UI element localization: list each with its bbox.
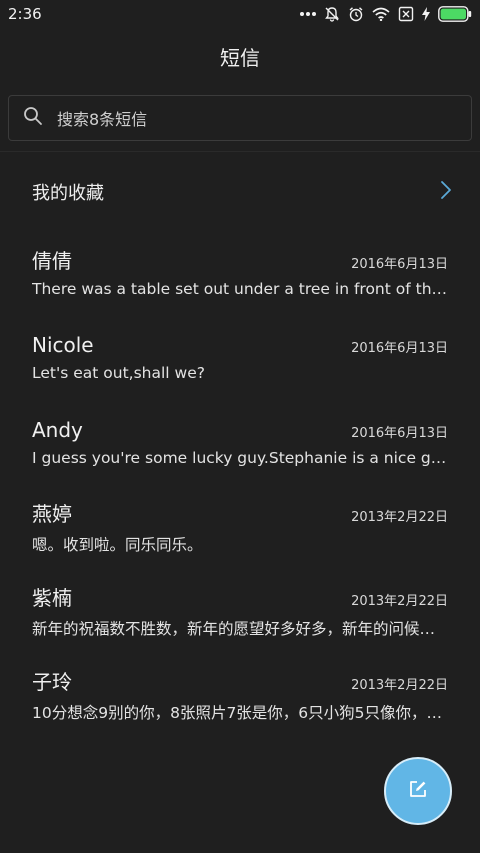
contact-name: 子玲 xyxy=(32,670,72,695)
message-snippet: Let's eat out,shall we? xyxy=(32,364,205,383)
search-input[interactable]: 搜索8条短信 xyxy=(8,95,472,141)
list-item[interactable]: 紫楠 2013年2月22日 新年的祝福数不胜数，新年的愿望好多好多，新年的问候… xyxy=(0,581,480,665)
page-title: 短信 xyxy=(220,46,260,70)
status-icons xyxy=(300,6,472,22)
list-item[interactable]: 子玲 2013年2月22日 10分想念9别的你，8张照片7张是你，6只小狗5只像… xyxy=(0,665,480,749)
search-placeholder: 搜索8条短信 xyxy=(57,110,148,129)
message-list: 倩倩 2016年6月13日 There was a table set out … xyxy=(0,244,480,750)
message-date: 2016年6月13日 xyxy=(351,425,448,441)
contact-name: Nicole xyxy=(32,333,94,358)
compose-button[interactable] xyxy=(384,757,452,825)
message-date: 2016年6月13日 xyxy=(351,257,448,272)
list-item[interactable]: Andy 2016年6月13日 I guess you're some luck… xyxy=(0,413,480,497)
message-snippet: 10分想念9别的你，8张照片7张是你，6只小狗5只像你，4… xyxy=(32,704,448,723)
contact-name: Andy xyxy=(32,417,83,442)
divider xyxy=(0,151,480,152)
charging-bolt-icon xyxy=(422,7,430,21)
wifi-icon xyxy=(372,7,390,21)
message-date: 2013年2月22日 xyxy=(351,509,448,525)
message-snippet: There was a table set out under a tree i… xyxy=(32,280,448,298)
status-time: 2:36 xyxy=(8,5,42,23)
sim-x-icon xyxy=(398,6,414,22)
message-date: 2016年6月13日 xyxy=(351,341,448,357)
list-item[interactable]: 倩倩 2016年6月13日 There was a table set out … xyxy=(0,244,480,328)
favorites-row[interactable]: 我的收藏 xyxy=(0,166,480,218)
contact-name: 倩倩 xyxy=(32,249,72,273)
alarm-icon xyxy=(348,6,364,22)
contact-name: 紫楠 xyxy=(32,586,72,611)
contact-name: 燕婷 xyxy=(32,501,72,526)
chevron-right-icon xyxy=(440,180,452,205)
list-item[interactable]: Nicole 2016年6月13日 Let's eat out,shall we… xyxy=(0,328,480,412)
compose-icon xyxy=(408,779,428,803)
message-snippet: 嗯。收到啦。同乐同乐。 xyxy=(32,535,203,554)
favorites-label: 我的收藏 xyxy=(32,183,104,204)
mute-bell-icon xyxy=(324,6,340,22)
search-icon xyxy=(23,106,43,130)
message-snippet: 新年的祝福数不胜数，新年的愿望好多好多，新年的问候… xyxy=(32,620,436,639)
more-dots-icon xyxy=(300,11,316,17)
message-date: 2013年2月22日 xyxy=(351,594,448,610)
status-bar: 2:36 xyxy=(0,0,480,28)
list-item[interactable]: 燕婷 2013年2月22日 嗯。收到啦。同乐同乐。 xyxy=(0,497,480,581)
message-snippet: I guess you're some lucky guy.Stephanie … xyxy=(32,448,448,467)
message-date: 2013年2月22日 xyxy=(351,678,448,694)
battery-icon xyxy=(438,6,472,22)
